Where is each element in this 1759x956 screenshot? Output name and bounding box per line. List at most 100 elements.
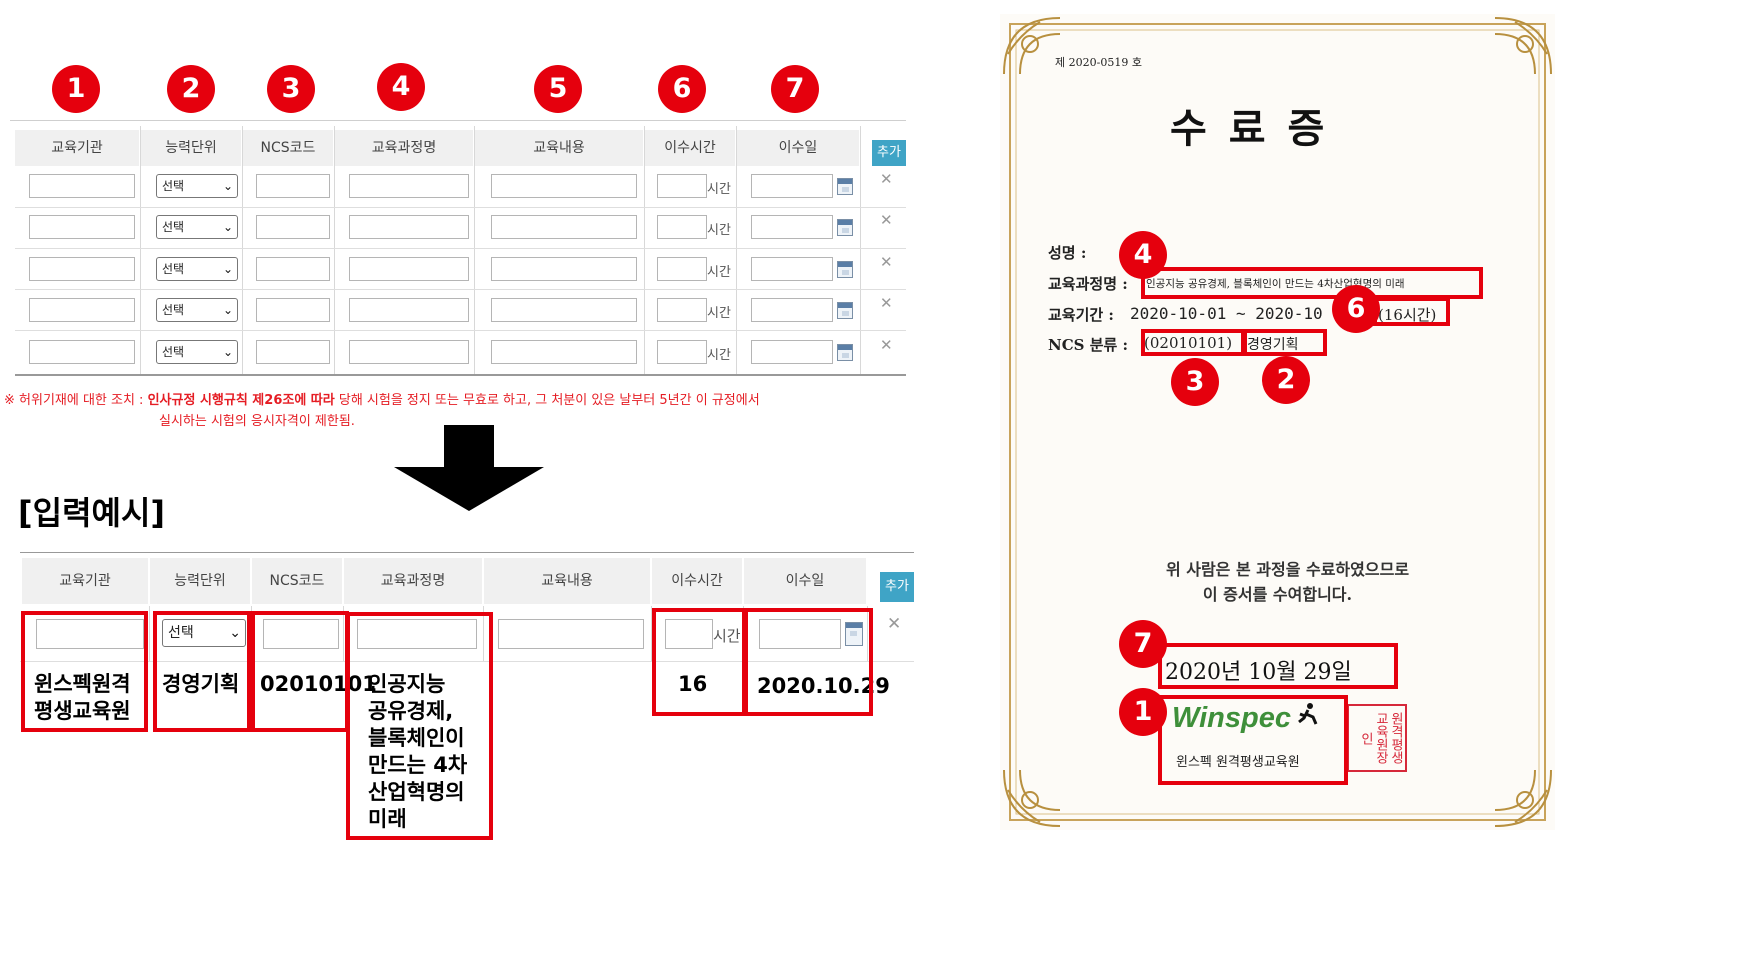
course-name-input[interactable]: [349, 174, 469, 198]
calendar-icon[interactable]: [837, 344, 853, 361]
institution-input[interactable]: [29, 340, 135, 364]
course-content-input[interactable]: [491, 174, 637, 198]
certificate-title: 수 료 증: [1170, 105, 1329, 152]
hours-input[interactable]: [657, 340, 707, 364]
hours-input[interactable]: [657, 298, 707, 322]
form-table: 교육기관 능력단위 NCS코드 교육과정명 교육내용 이수시간 이수일 추가 선…: [0, 0, 910, 390]
calendar-icon[interactable]: [837, 261, 853, 278]
delete-row-icon[interactable]: ✕: [880, 253, 893, 271]
header-ncs-code: NCS코드: [252, 558, 342, 604]
course-label: 교육과정명 :: [1048, 275, 1128, 293]
number-marker-3: 3: [1171, 358, 1219, 406]
highlight-box: [652, 608, 746, 716]
course-content-input[interactable]: [498, 619, 644, 649]
calendar-icon[interactable]: [837, 302, 853, 319]
completion-date-input[interactable]: [751, 215, 833, 239]
header-institution: 교육기관: [22, 558, 148, 604]
down-arrow-icon: [394, 425, 544, 511]
add-row-button[interactable]: 추가: [880, 572, 914, 602]
add-row-button[interactable]: 추가: [872, 140, 906, 166]
delete-row-icon[interactable]: ✕: [880, 294, 893, 312]
hours-unit-label: 시간: [707, 306, 731, 321]
highlight-box: [1141, 329, 1245, 356]
course-content-input[interactable]: [491, 298, 637, 322]
competency-unit-select[interactable]: 선택 ⌄: [156, 340, 238, 364]
completion-date-input[interactable]: [751, 257, 833, 281]
calendar-icon[interactable]: [837, 219, 853, 236]
course-content-input[interactable]: [491, 340, 637, 364]
form-row: 선택 ⌄ 시간 ✕: [0, 253, 910, 285]
number-marker-1: 1: [1119, 688, 1167, 736]
hours-input[interactable]: [657, 174, 707, 198]
institution-input[interactable]: [29, 257, 135, 281]
highlight-box: [153, 611, 251, 732]
ncs-label: NCS 분류 :: [1048, 336, 1129, 354]
period-label: 교육기간 :: [1048, 306, 1114, 324]
number-marker-7: 7: [1119, 620, 1167, 668]
highlight-box: [1141, 267, 1483, 299]
highlight-box: [744, 608, 873, 716]
number-marker-2: 2: [1262, 356, 1310, 404]
header-course-content: 교육내용: [484, 558, 650, 604]
official-seal: 원격평생교육원장인: [1347, 704, 1407, 772]
ncs-code-input[interactable]: [256, 174, 330, 198]
header-completion-date: 이수일: [744, 558, 866, 604]
competency-unit-select[interactable]: 선택 ⌄: [156, 174, 238, 198]
course-name-input[interactable]: [349, 340, 469, 364]
ncs-code-input[interactable]: [256, 298, 330, 322]
course-content-input[interactable]: [491, 257, 637, 281]
competency-unit-select[interactable]: 선택 ⌄: [156, 298, 238, 322]
calendar-icon[interactable]: [837, 178, 853, 195]
course-name-input[interactable]: [349, 257, 469, 281]
form-row: 선택 ⌄ 시간 ✕: [0, 336, 910, 368]
header-hours: 이수시간: [652, 558, 742, 604]
hours-unit-label: 시간: [707, 182, 731, 197]
form-row: 선택 ⌄ 시간 ✕: [0, 211, 910, 243]
form-row: 선택 ⌄ 시간 ✕: [0, 294, 910, 326]
hours-input[interactable]: [657, 215, 707, 239]
competency-unit-select[interactable]: 선택 ⌄: [156, 215, 238, 239]
form-row: 선택 ⌄ 시간 ✕: [0, 170, 910, 202]
highlight-box: [1158, 643, 1398, 689]
header-course-name: 교육과정명: [344, 558, 482, 604]
completion-date-input[interactable]: [751, 174, 833, 198]
highlight-box: [1158, 695, 1348, 785]
header-institution: 교육기관: [15, 130, 139, 166]
institution-input[interactable]: [29, 174, 135, 198]
delete-row-icon[interactable]: ✕: [880, 170, 893, 188]
ncs-code-input[interactable]: [256, 257, 330, 281]
hours-unit-label: 시간: [707, 265, 731, 280]
hours-input[interactable]: [657, 257, 707, 281]
highlight-box: [346, 612, 493, 840]
institution-input[interactable]: [29, 215, 135, 239]
ncs-code-input[interactable]: [256, 215, 330, 239]
header-competency-unit: 능력단위: [150, 558, 250, 604]
highlight-box: [21, 611, 148, 732]
name-label: 성명 :: [1048, 244, 1087, 262]
completion-date-input[interactable]: [751, 298, 833, 322]
delete-row-icon[interactable]: ✕: [880, 336, 893, 354]
example-title: [입력예시]: [18, 494, 166, 532]
hours-unit-label: 시간: [707, 348, 731, 363]
certificate-body: 위 사람은 본 과정을 수료하였으므로 이 증서를 수여합니다.: [1165, 560, 1410, 604]
delete-row-icon[interactable]: ✕: [887, 614, 901, 634]
highlight-box: [251, 611, 349, 732]
header-ncs-code: NCS코드: [243, 130, 333, 166]
number-marker-6: 6: [1332, 285, 1380, 333]
hours-unit-label: 시간: [707, 223, 731, 238]
course-content-input[interactable]: [491, 215, 637, 239]
header-competency-unit: 능력단위: [141, 130, 241, 166]
ncs-code-input[interactable]: [256, 340, 330, 364]
header-hours: 이수시간: [645, 130, 735, 166]
completion-date-input[interactable]: [751, 340, 833, 364]
highlight-box: [1373, 297, 1450, 326]
period-value: 2020-10-01 ~ 2020-10: [1130, 304, 1323, 323]
header-course-name: 교육과정명: [335, 130, 473, 166]
course-name-input[interactable]: [349, 215, 469, 239]
competency-unit-select[interactable]: 선택 ⌄: [156, 257, 238, 281]
delete-row-icon[interactable]: ✕: [880, 211, 893, 229]
institution-input[interactable]: [29, 298, 135, 322]
certificate-number: 제 2020-0519 호: [1055, 56, 1142, 69]
course-name-input[interactable]: [349, 298, 469, 322]
header-course-content: 교육내용: [475, 130, 643, 166]
